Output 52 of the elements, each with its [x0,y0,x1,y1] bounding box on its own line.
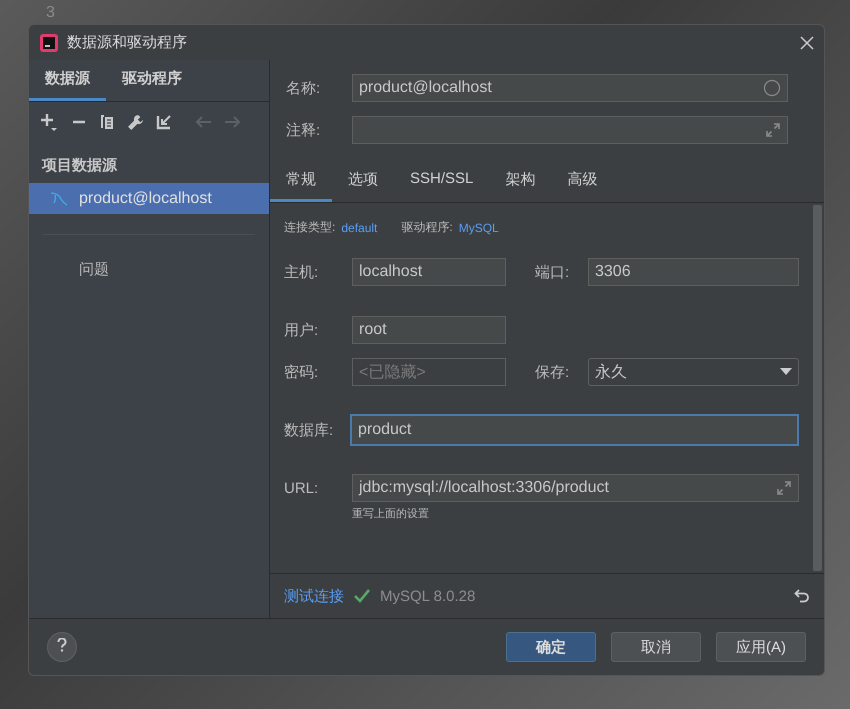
field-label: URL: [284,480,320,496]
port-field[interactable]: 3306 [588,258,799,286]
save-dropdown[interactable]: 永久 [588,358,799,386]
comment-field[interactable] [352,116,788,144]
scrollbar[interactable] [813,205,822,571]
field-label: 用户: [284,320,320,340]
settings-tab[interactable]: 选项 [332,162,394,202]
hint-text: 重写上面的设置 [352,507,429,521]
help-button[interactable] [47,632,77,662]
url-field[interactable]: jdbc:mysql://localhost:3306/product [352,474,799,502]
caret-icon [780,368,792,376]
import-arrow-icon[interactable] [156,114,172,130]
field-label: 连接类型: [284,219,336,236]
expand-icon[interactable] [776,480,792,496]
dialog-button[interactable]: 确定 [506,632,596,662]
wrench-icon[interactable] [127,114,144,130]
driver-link[interactable]: MySQL [458,220,499,234]
data-source-item[interactable]: product@localhost [29,183,269,214]
copy-icon[interactable] [99,114,115,130]
field-label: 保存: [535,362,570,382]
panel-tab[interactable]: 数据源 [29,60,106,101]
expand-icon[interactable] [765,122,781,138]
field-label: 主机: [284,262,320,282]
window-title: 数据源和驱动程序 [67,33,188,52]
panel-tab[interactable]: 驱动程序 [106,60,198,101]
settings-tab[interactable]: 架构 [489,162,552,202]
problems-label[interactable]: 问题 [29,260,269,279]
close-icon[interactable] [800,36,814,50]
settings-tab[interactable]: SSH/SSL [394,162,490,202]
section-title: 项目数据源 [40,156,118,176]
version-text: MySQL 8.0.28 [380,588,476,604]
circle-icon [763,79,781,97]
test-connection-link[interactable]: 测试连接 [284,586,344,606]
name-field[interactable]: product@localhost [352,74,788,102]
plus-icon[interactable] [39,112,59,132]
user-field[interactable]: root [352,316,506,344]
database-field[interactable]: product [350,414,799,446]
connection-type-link[interactable]: default [341,220,378,234]
dialog-button[interactable]: 取消 [611,632,701,662]
settings-tab[interactable]: 常规 [270,162,332,202]
question-mark-icon [57,638,67,652]
host-field[interactable]: localhost [352,258,506,286]
field-label: 名称: [286,78,322,98]
undo-icon[interactable] [794,588,810,604]
settings-tab[interactable]: 高级 [551,162,614,202]
app-logo-icon [39,32,59,52]
field-label: 端口: [535,262,570,282]
dialog-button[interactable]: 应用(A) [716,632,806,662]
field-label: 驱动程序: [401,219,453,236]
field-label: 数据库: [284,420,334,440]
field-label: 注释: [286,120,322,140]
field-label: 密码: [284,362,320,382]
